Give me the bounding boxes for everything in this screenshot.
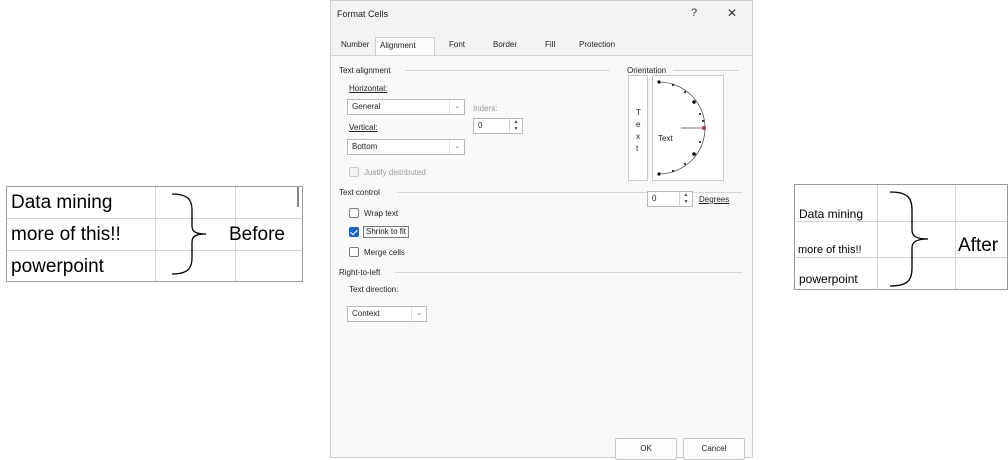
rtl-heading: Right-to-left <box>339 268 381 277</box>
vertical-letter: T <box>636 108 641 117</box>
text-direction-label: Text direction: <box>349 285 399 294</box>
text-control-heading: Text control <box>339 188 380 197</box>
format-cells-dialog: Format Cells ? ✕ Number Alignment Font B… <box>330 0 753 460</box>
after-cell-1: Data mining <box>799 207 864 221</box>
close-button[interactable]: ✕ <box>727 6 737 20</box>
dialog-title: Format Cells <box>337 9 389 19</box>
tab-font[interactable]: Font <box>449 37 465 55</box>
orientation-heading: Orientation <box>627 66 667 75</box>
chevron-down-icon: ⌄ <box>449 140 464 154</box>
help-button[interactable]: ? <box>691 7 697 19</box>
after-brace-icon <box>889 191 929 287</box>
vertical-select[interactable]: Bottom ⌄ <box>347 139 465 155</box>
degrees-label: Degrees <box>699 195 730 204</box>
tab-alignment[interactable]: Alignment <box>375 37 435 55</box>
horizontal-select[interactable]: General ⌄ <box>347 99 465 115</box>
degrees-spinner[interactable]: 0 ▲ ▼ <box>647 191 693 207</box>
wrap-text-checkbox[interactable] <box>349 208 359 218</box>
orientation-dial[interactable]: Text <box>652 75 724 181</box>
spin-down-icon[interactable]: ▼ <box>510 126 522 133</box>
text-alignment-heading: Text alignment <box>339 66 391 75</box>
after-cell-2: more of this!! <box>798 244 862 256</box>
before-cell-3: powerpoint <box>11 256 104 277</box>
vertical-letter: x <box>636 132 640 141</box>
text-direction-select[interactable]: Context ⌄ <box>347 306 427 322</box>
degrees-value: 0 <box>652 194 657 203</box>
ok-button[interactable]: OK <box>615 438 677 460</box>
indent-value: 0 <box>478 121 483 130</box>
tab-number[interactable]: Number <box>341 37 369 55</box>
spin-up-icon[interactable]: ▲ <box>510 119 522 126</box>
justify-distributed-label: Justify distributed <box>364 168 426 177</box>
indent-label: Indent: <box>473 104 498 113</box>
merge-cells-label: Merge cells <box>364 248 405 257</box>
tab-fill[interactable]: Fill <box>545 37 555 55</box>
orientation-control[interactable]: T e x t Text <box>628 75 732 187</box>
before-brace-icon <box>171 193 207 275</box>
vertical-text-toggle[interactable]: T e x t <box>628 75 648 181</box>
shrink-to-fit-label: Shrink to fit <box>363 226 410 238</box>
after-cell-3: powerpoint <box>799 272 858 286</box>
spin-down-icon[interactable]: ▼ <box>680 199 692 206</box>
tab-border[interactable]: Border <box>493 37 517 55</box>
vertical-letter: e <box>636 120 641 129</box>
chevron-down-icon: ⌄ <box>411 307 426 321</box>
merge-cells-checkbox[interactable] <box>349 247 359 257</box>
indent-spinner[interactable]: 0 ▲ ▼ <box>473 118 523 134</box>
horizontal-label: Horizontal: <box>349 84 388 93</box>
horizontal-value: General <box>352 102 381 111</box>
before-label: Before <box>229 224 285 245</box>
tab-protection[interactable]: Protection <box>579 37 615 55</box>
spin-up-icon[interactable]: ▲ <box>680 192 692 199</box>
vertical-letter: t <box>636 144 639 153</box>
before-cell-2: more of this!! <box>11 224 121 245</box>
before-cell-1: Data mining <box>11 192 113 213</box>
wrap-text-label: Wrap text <box>364 209 399 218</box>
orientation-text-label: Text <box>658 134 673 143</box>
shrink-to-fit-checkbox[interactable] <box>349 227 359 237</box>
vertical-label: Vertical: <box>349 123 378 132</box>
dialog-titlebar: Format Cells ? ✕ <box>331 1 752 27</box>
justify-distributed-checkbox[interactable] <box>349 167 359 177</box>
vertical-value: Bottom <box>352 142 378 151</box>
chevron-down-icon: ⌄ <box>449 100 464 114</box>
cancel-button[interactable]: Cancel <box>683 438 745 460</box>
text-direction-value: Context <box>352 309 380 318</box>
after-label: After <box>958 235 999 256</box>
